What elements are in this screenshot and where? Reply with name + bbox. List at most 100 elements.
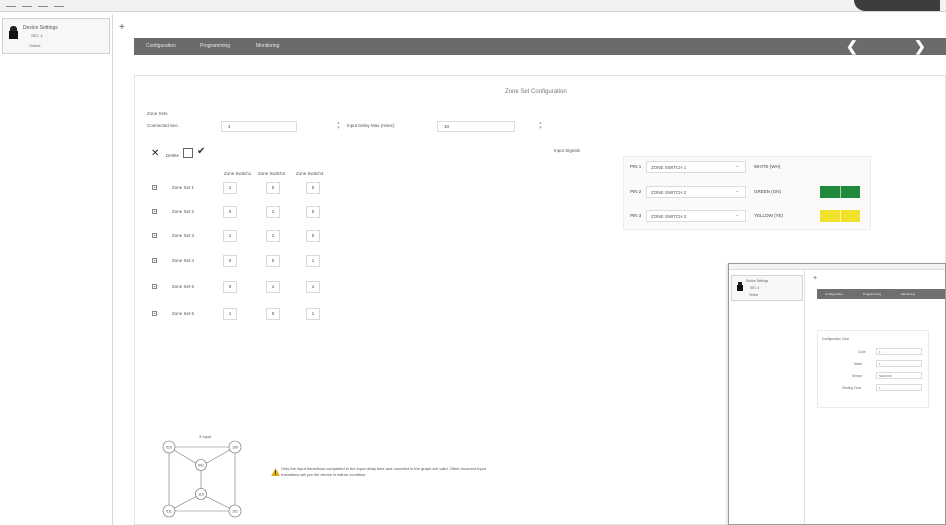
signal-source-select[interactable]: ZONE SWITCH 2	[646, 186, 746, 198]
device-card[interactable]: Device Settings SEC 4 Online	[2, 18, 110, 54]
preview-title-bar	[729, 264, 945, 270]
diagram-node: 100	[232, 446, 238, 450]
tab-configuration[interactable]: Configuration	[146, 43, 176, 49]
zone-switch2-field[interactable]: 0	[266, 182, 280, 194]
tab-monitoring[interactable]: Monitoring	[256, 43, 279, 49]
input-delay-input[interactable]: 10	[437, 121, 515, 132]
preview-field-label: Code	[858, 350, 866, 354]
zone-set-checkbox[interactable]	[152, 284, 157, 289]
toolbar-tool-2[interactable]	[22, 1, 32, 7]
signal-pin-label: PIN 3	[630, 213, 642, 218]
zone-switch3-field[interactable]: 0	[306, 206, 320, 218]
back-arrow-icon[interactable]: ❮	[846, 39, 858, 53]
checkmark-icon[interactable]: ✔	[197, 147, 205, 157]
column-header-zone-switch3: Zone Switch3	[296, 171, 324, 176]
signal-color-swatch	[820, 186, 860, 198]
window-toolbar	[6, 1, 64, 7]
preview-add-button[interactable]: +	[813, 275, 817, 282]
preview-config-panel: Configuration Zone Code 1 Mode 1 Sensor …	[817, 330, 929, 408]
connected-sec-stepper[interactable]: ▴ ▾	[335, 121, 342, 132]
input-signal-row: PIN 2 ZONE SWITCH 2 ⌄ GREEN (GN)	[624, 183, 872, 201]
device-title: Device Settings	[23, 25, 58, 31]
tab-programming[interactable]: Programming	[200, 43, 230, 49]
preview-tab-monitoring[interactable]: Monitoring	[901, 292, 915, 296]
zone-switch2-field[interactable]: 1	[266, 281, 280, 293]
zone-set-checkbox[interactable]	[152, 209, 157, 214]
zone-set-name: Zone Set 5	[172, 284, 195, 289]
zone-switch1-field[interactable]: 1	[223, 182, 237, 194]
zone-set-row: Zone Set 6 1 0 1	[135, 308, 335, 322]
preview-field-input[interactable]: 1	[876, 384, 922, 391]
toolbar-tool-3[interactable]	[38, 1, 48, 7]
zone-set-name: Zone Set 1	[172, 185, 195, 190]
zone-switch3-field[interactable]: 0	[306, 182, 320, 194]
preview-field-input[interactable]: 1	[876, 360, 922, 367]
connected-sec-input[interactable]: 4	[221, 121, 297, 132]
zone-switch1-field[interactable]: 1	[223, 230, 237, 242]
zone-switch2-field[interactable]: 0	[266, 255, 280, 267]
zone-switch3-field[interactable]: 1	[306, 255, 320, 267]
zone-set-row: Zone Set 2 0 1 0	[135, 206, 335, 220]
preview-tab-configuration[interactable]: Configuration	[825, 292, 843, 296]
zone-set-checkbox[interactable]	[152, 185, 157, 190]
device-icon	[737, 282, 743, 291]
forward-arrow-icon[interactable]: ❯	[914, 39, 926, 53]
zone-set-checkbox[interactable]	[152, 233, 157, 238]
transition-diagram: 3 Input 010 100 001 110 011 101	[162, 434, 242, 518]
page-title: Zone Set Configuration	[505, 89, 567, 95]
zone-switch2-field[interactable]: 0	[266, 308, 280, 320]
zone-switch3-field[interactable]: 0	[306, 230, 320, 242]
preview-device-card[interactable]: Device Settings SEC 4 Online	[731, 275, 803, 301]
chevron-down-icon[interactable]: ⌄	[735, 163, 739, 169]
toolbar-tool-4[interactable]	[54, 1, 64, 7]
input-signal-row: PIN 1 ZONE SWITCH 1 ⌄ WHITE (WH)	[624, 158, 872, 176]
save-icon[interactable]	[183, 148, 193, 158]
input-delay-label: Input Delay Max (msec)	[347, 123, 395, 128]
zone-switch1-field[interactable]: 0	[223, 281, 237, 293]
signal-source-select[interactable]: ZONE SWITCH 3	[646, 210, 746, 222]
preview-tab-programming[interactable]: Programming	[863, 292, 881, 296]
toolbar-tool-1[interactable]	[6, 1, 16, 7]
zone-set-name: Zone Set 6	[172, 311, 195, 316]
zone-set-name: Zone Set 4	[172, 258, 195, 263]
zone-switch1-field[interactable]: 1	[223, 308, 237, 320]
connected-sec-label: Connected Sec.	[147, 123, 180, 128]
preview-field-label: Starting Zone	[842, 386, 862, 390]
signal-color-label: YELLOW (YE)	[754, 213, 784, 218]
device-sidebar: Device Settings SEC 4 Online	[0, 14, 113, 525]
preview-field-input[interactable]: 1	[876, 348, 922, 355]
chevron-down-icon[interactable]: ⌄	[735, 188, 739, 194]
zone-switch1-field[interactable]: 0	[223, 255, 237, 267]
column-header-zone-switch1: Zone Switch1	[224, 171, 252, 176]
diagram-title: 3 Input	[199, 434, 212, 439]
signal-color-label: GREEN (GN)	[754, 189, 781, 194]
signal-pin-label: PIN 1	[630, 164, 642, 169]
preview-field-select[interactable]: SENSOR	[876, 372, 922, 379]
zone-switch2-field[interactable]: 1	[266, 206, 280, 218]
chevron-down-icon[interactable]: ⌄	[735, 212, 739, 218]
input-signal-row: PIN 3 ZONE SWITCH 3 ⌄ YELLOW (YE)	[624, 207, 872, 225]
device-name: SEC 4	[31, 33, 43, 38]
zone-set-checkbox[interactable]	[152, 258, 157, 263]
close-icon[interactable]: ✕	[151, 149, 159, 159]
zone-set-name: Zone Set 3	[172, 233, 195, 238]
preview-window[interactable]: Device Settings SEC 4 Online + Configura…	[728, 263, 946, 525]
input-delay-stepper[interactable]: ▴ ▾	[537, 121, 544, 132]
signal-source-select[interactable]: ZONE SWITCH 1	[646, 161, 746, 173]
diagram-node: 001	[198, 464, 204, 468]
zone-set-checkbox[interactable]	[152, 311, 157, 316]
delete-label: Delete	[166, 153, 180, 158]
warning-message: Only the input transitions completed in …	[281, 466, 487, 477]
preview-sidebar: Device Settings SEC 4 Online	[729, 271, 805, 524]
signal-color-label: WHITE (WH)	[754, 164, 781, 169]
zone-set-name: Zone Set 2	[172, 209, 195, 214]
preview-panel-title: Configuration Zone	[822, 337, 850, 341]
zone-switch2-field[interactable]: 1	[266, 230, 280, 242]
add-device-button[interactable]: +	[119, 23, 125, 33]
diagram-node: 110	[198, 493, 204, 497]
zone-switch3-field[interactable]: 1	[306, 308, 320, 320]
zone-switch3-field[interactable]: 1	[306, 281, 320, 293]
preview-field-label: Mode	[854, 362, 862, 366]
zone-switch1-field[interactable]: 0	[223, 206, 237, 218]
device-icon	[9, 26, 18, 39]
